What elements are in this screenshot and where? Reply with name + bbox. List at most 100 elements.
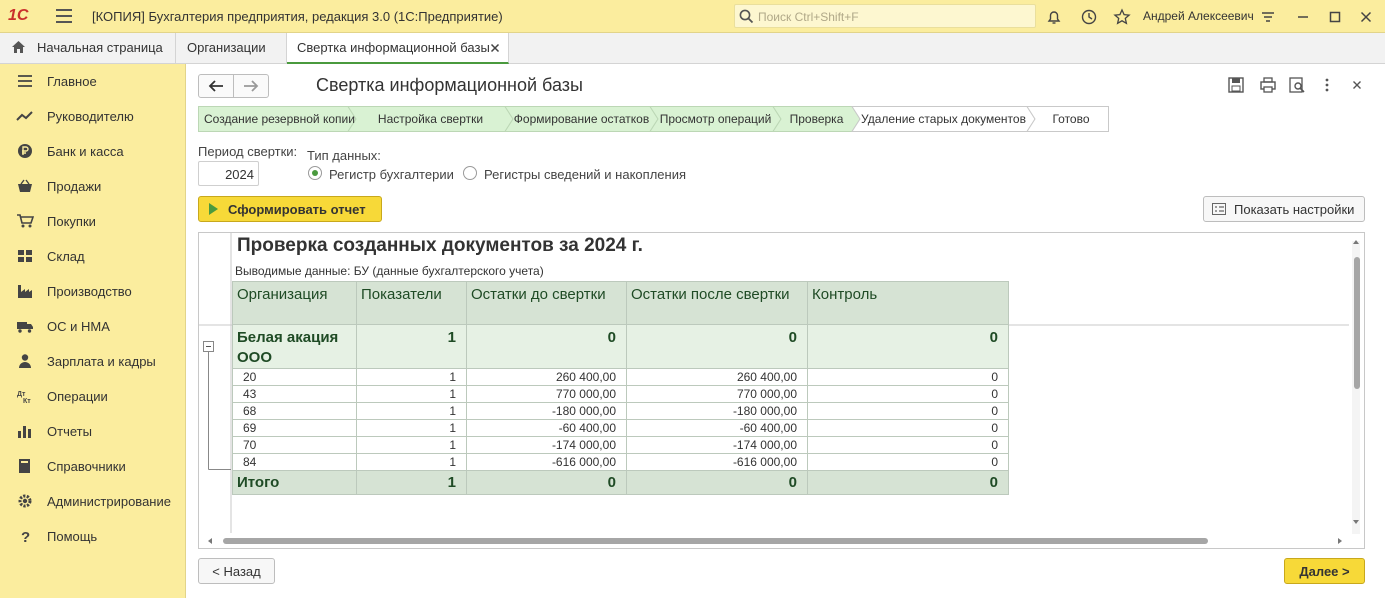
sidebar-item-label: Зарплата и кадры — [47, 354, 156, 369]
favorites-star-icon[interactable] — [1113, 8, 1131, 26]
total-label: Итого — [232, 470, 357, 495]
back-button[interactable]: < Назад — [198, 558, 275, 584]
settings-menu-icon[interactable] — [1259, 8, 1277, 26]
cell-control: 0 — [807, 453, 1009, 471]
cell-indicators: 1 — [356, 324, 467, 369]
sidebar-item-operations[interactable]: Дт Кт Операции — [0, 379, 186, 414]
vertical-scroll-thumb[interactable] — [1354, 257, 1360, 389]
step-backup[interactable]: Создание резервной копии — [204, 106, 355, 132]
sidebar-item-label: Операции — [47, 389, 108, 404]
sidebar-item-help[interactable]: ? Помощь — [0, 519, 186, 554]
sidebar-item-label: Главное — [47, 74, 97, 89]
print-icon[interactable] — [1259, 76, 1277, 94]
column-header: Остатки до свертки — [466, 281, 627, 325]
report-subtitle: Выводимые данные: БУ (данные бухгалтерск… — [235, 264, 544, 278]
table-row[interactable]: 43 1 770 000,00 770 000,00 0 — [232, 385, 1009, 403]
show-settings-button[interactable]: Показать настройки — [1203, 196, 1365, 222]
global-search-input[interactable]: Поиск Ctrl+Shift+F — [734, 4, 1036, 28]
table-row[interactable]: 70 1 -174 000,00 -174 000,00 0 — [232, 436, 1009, 454]
preview-icon[interactable] — [1288, 76, 1306, 94]
cell-before: -174 000,00 — [466, 436, 627, 454]
sidebar-item-production[interactable]: Производство — [0, 274, 186, 309]
sidebar-item-manager[interactable]: Руководителю — [0, 99, 186, 134]
tab-organizations[interactable]: Организации — [176, 33, 287, 64]
sidebar-item-fixed-assets[interactable]: ОС и НМА — [0, 309, 186, 344]
next-button[interactable]: Далее > — [1284, 558, 1365, 584]
step-done[interactable]: Готово — [1035, 106, 1107, 132]
book-icon — [19, 459, 30, 473]
radio-label[interactable]: Регистр бухгалтерии — [329, 167, 454, 182]
cell-indicators: 1 — [356, 436, 467, 454]
generate-report-button[interactable]: Сформировать отчет — [198, 196, 382, 222]
step-check[interactable]: Проверка — [781, 106, 852, 132]
cell-before: 0 — [466, 324, 627, 369]
minimize-icon[interactable] — [1294, 8, 1312, 26]
sidebar-item-reports[interactable]: Отчеты — [0, 414, 186, 449]
table-row[interactable]: 69 1 -60 400,00 -60 400,00 0 — [232, 419, 1009, 437]
cell-account: 70 — [232, 436, 357, 454]
radio-info-accumulation-registers[interactable] — [463, 166, 477, 180]
horizontal-scroll-thumb[interactable] — [223, 538, 1208, 544]
scroll-right-icon[interactable] — [1337, 537, 1343, 545]
menu-icon — [18, 75, 32, 87]
sidebar-item-catalogs[interactable]: Справочники — [0, 449, 186, 484]
tab-infobase-compression[interactable]: Свертка информационной базы — [287, 33, 509, 64]
scroll-left-icon[interactable] — [207, 537, 213, 545]
cell-after: -180 000,00 — [626, 402, 808, 420]
step-view-operations[interactable]: Просмотр операций — [658, 106, 773, 132]
back-nav-button[interactable] — [198, 74, 234, 98]
table-row[interactable]: 68 1 -180 000,00 -180 000,00 0 — [232, 402, 1009, 420]
organization-group-row[interactable]: Белая акация ООО 1 0 0 0 — [232, 324, 1009, 369]
close-form-icon[interactable] — [1348, 76, 1366, 94]
gear-icon — [18, 494, 32, 508]
user-name[interactable]: Андрей Алексеевич — [1143, 9, 1254, 23]
cell-account: 20 — [232, 368, 357, 386]
cell-control: 0 — [807, 470, 1009, 495]
save-icon[interactable] — [1227, 76, 1245, 94]
total-row[interactable]: Итого 1 0 0 0 — [232, 470, 1009, 495]
scroll-down-icon[interactable] — [1352, 519, 1360, 525]
report-spreadsheet[interactable]: Проверка созданных документов за 2024 г.… — [198, 232, 1365, 549]
button-label: Сформировать отчет — [228, 202, 366, 217]
step-settings[interactable]: Настройка свертки — [356, 106, 505, 132]
cell-account: 69 — [232, 419, 357, 437]
sidebar-item-warehouse[interactable]: Склад — [0, 239, 186, 274]
question-icon: ? — [21, 529, 30, 544]
table-row[interactable]: 20 1 260 400,00 260 400,00 0 — [232, 368, 1009, 386]
forward-nav-button[interactable] — [233, 74, 269, 98]
step-delete-old-docs[interactable]: Удаление старых документов — [860, 106, 1027, 132]
sidebar-item-administration[interactable]: Администрирование — [0, 484, 186, 519]
cell-after: -60 400,00 — [626, 419, 808, 437]
cell-control: 0 — [807, 368, 1009, 386]
sidebar-item-sales[interactable]: Продажи — [0, 169, 186, 204]
tab-home[interactable]: Начальная страница — [0, 33, 176, 64]
close-tab-icon[interactable] — [490, 43, 500, 53]
step-balances[interactable]: Формирование остатков — [511, 106, 652, 132]
cell-after: -174 000,00 — [626, 436, 808, 454]
cell-before: -180 000,00 — [466, 402, 627, 420]
close-icon[interactable] — [1357, 8, 1375, 26]
report-title: Проверка созданных документов за 2024 г. — [237, 235, 643, 256]
history-icon[interactable] — [1080, 8, 1098, 26]
settings-list-icon — [1212, 203, 1226, 215]
sidebar-item-bank[interactable]: Банк и касса — [0, 134, 186, 169]
basket-icon — [18, 179, 32, 192]
cell-control: 0 — [807, 385, 1009, 403]
period-label: Период свертки: — [198, 144, 298, 159]
more-actions-icon[interactable] — [1318, 76, 1336, 94]
column-header: Организация — [232, 281, 357, 325]
bell-icon[interactable] — [1045, 8, 1063, 26]
period-year-field[interactable]: 2024 — [198, 161, 259, 186]
scroll-up-icon[interactable] — [1352, 239, 1360, 245]
title-bar: 1С [КОПИЯ] Бухгалтерия предприятия, реда… — [0, 0, 1385, 33]
radio-accounting-register[interactable] — [308, 166, 322, 180]
radio-label[interactable]: Регистры сведений и накопления — [484, 167, 686, 182]
sidebar-item-purchases[interactable]: Покупки — [0, 204, 186, 239]
table-row[interactable]: 84 1 -616 000,00 -616 000,00 0 — [232, 453, 1009, 471]
form-title: Свертка информационной базы — [316, 75, 583, 95]
main-menu-icon[interactable] — [56, 9, 72, 23]
app-logo[interactable]: 1С — [8, 7, 28, 25]
sidebar-item-main[interactable]: Главное — [0, 64, 186, 99]
maximize-icon[interactable] — [1326, 8, 1344, 26]
sidebar-item-salary[interactable]: Зарплата и кадры — [0, 344, 186, 379]
